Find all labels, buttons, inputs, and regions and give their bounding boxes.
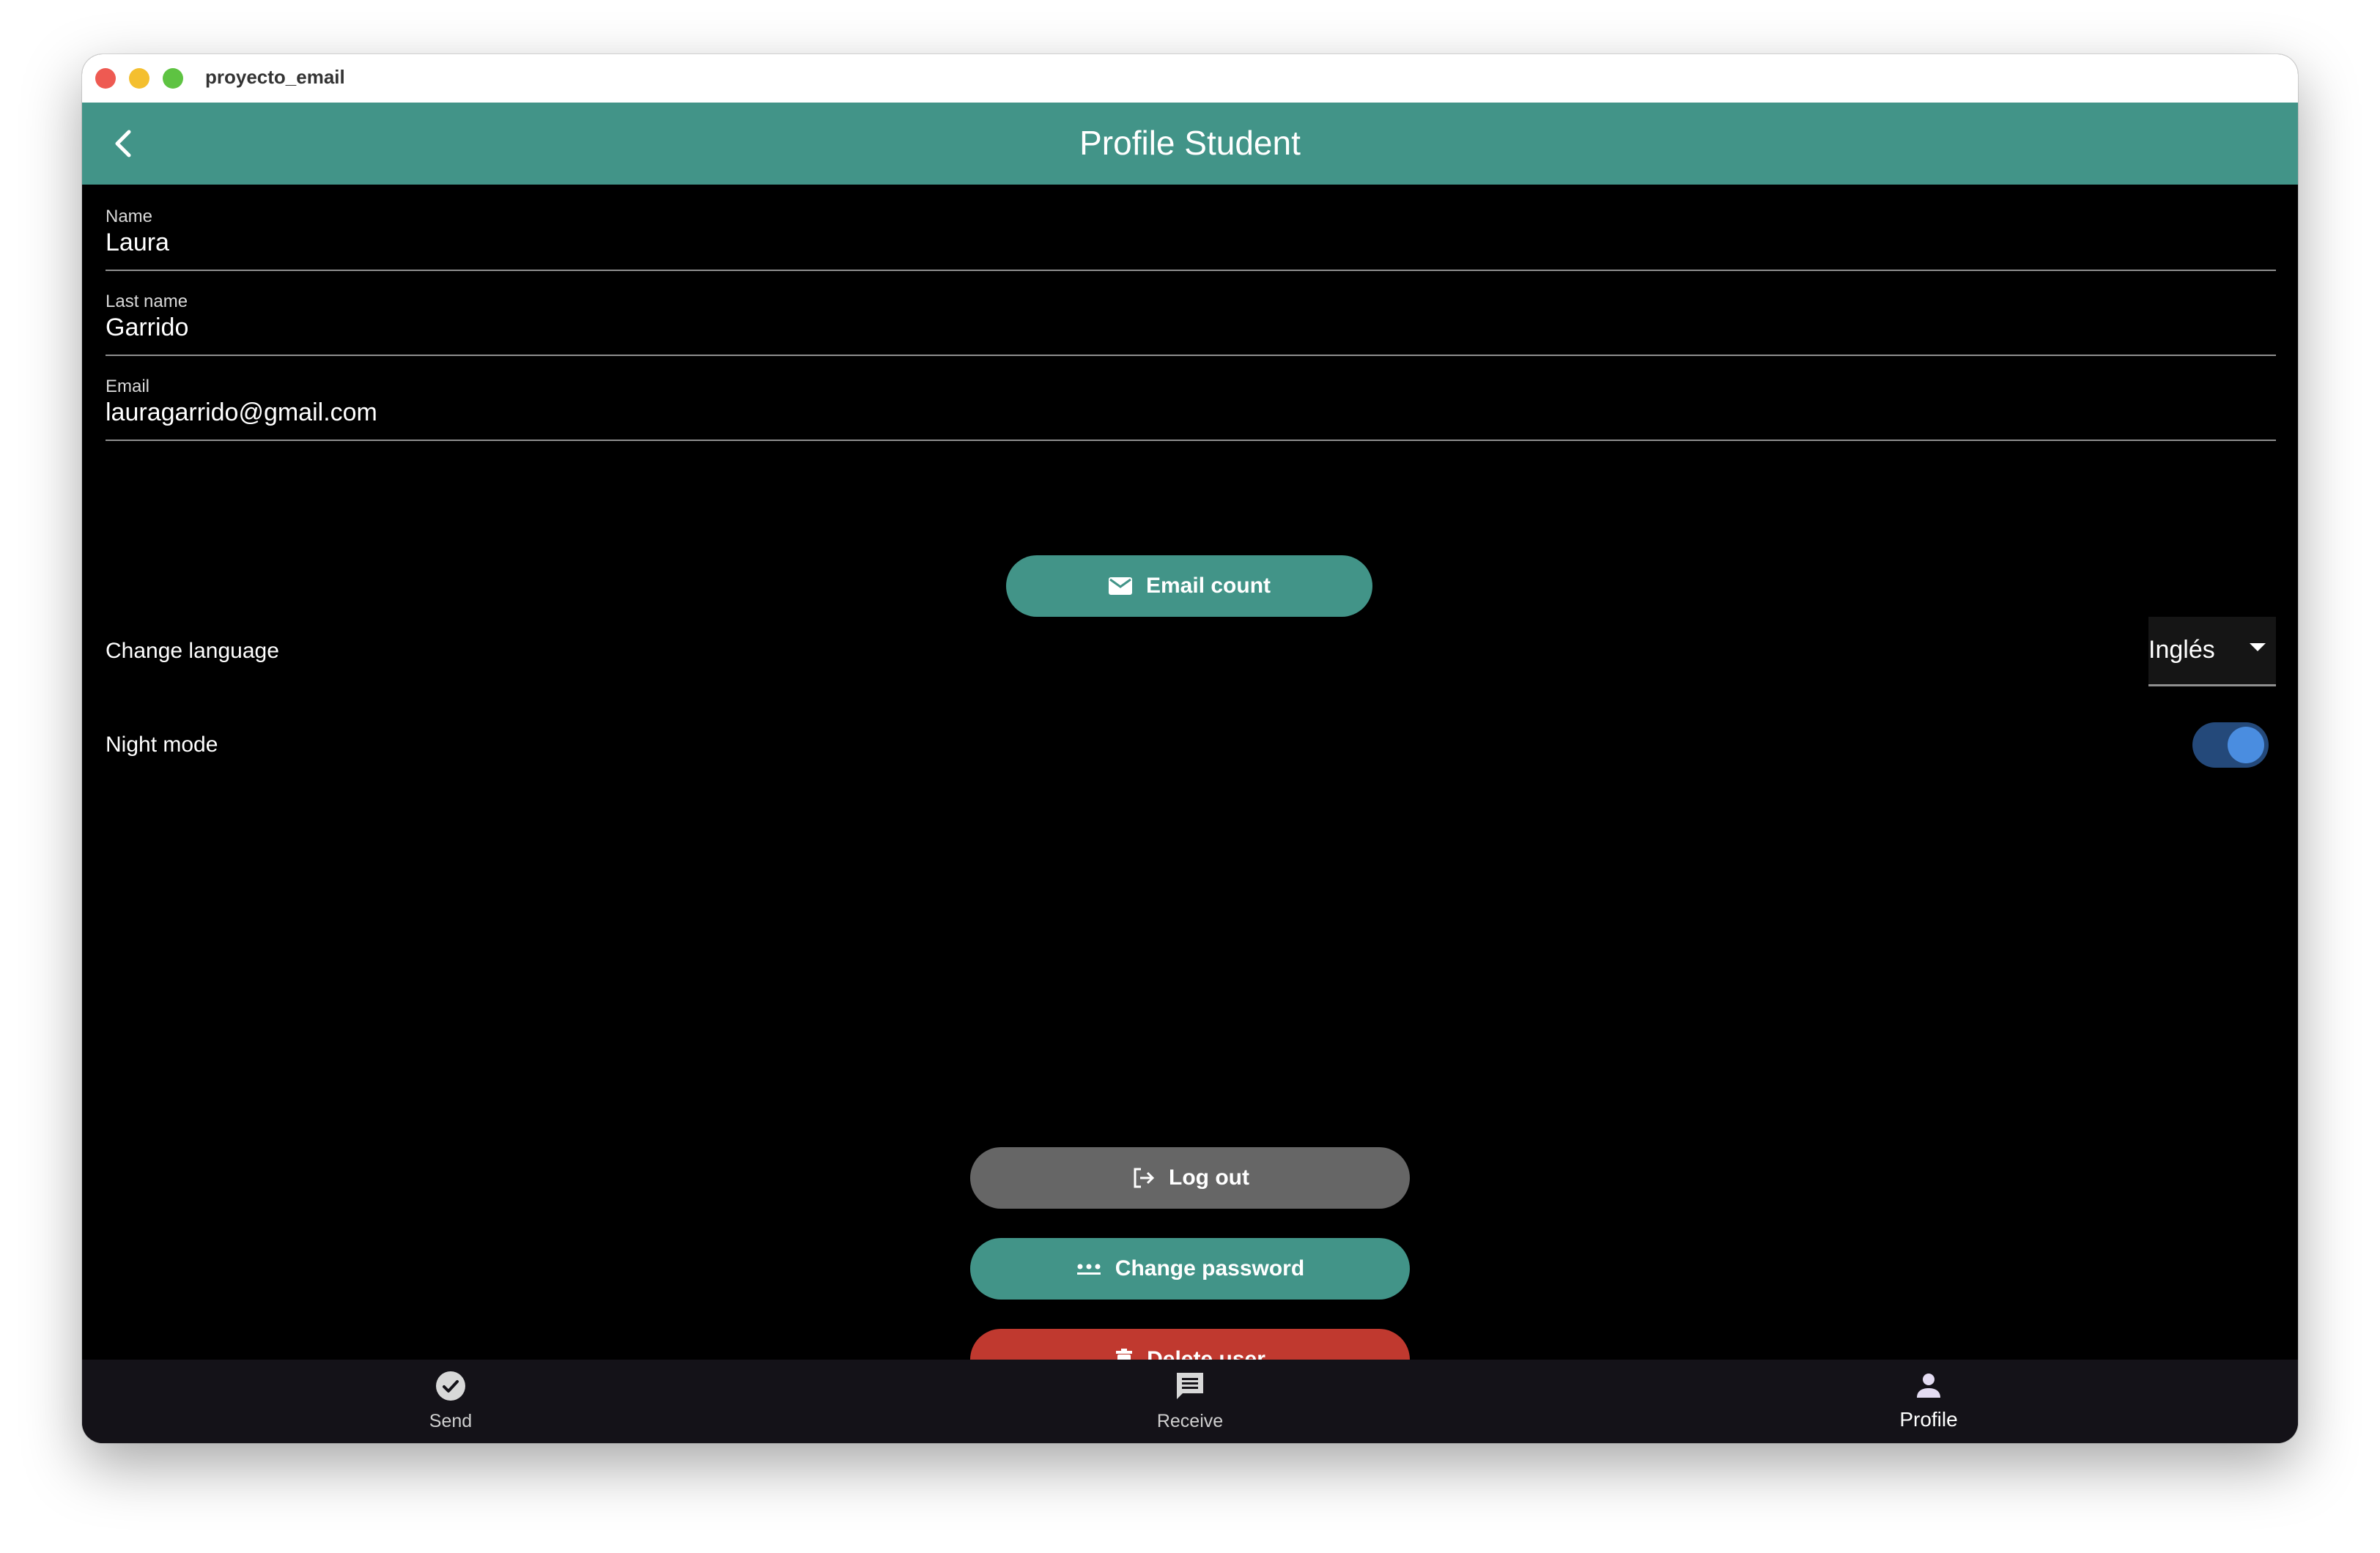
log-out-label: Log out: [1169, 1165, 1249, 1190]
mail-icon: [1108, 576, 1133, 596]
check-circle-icon: [436, 1371, 465, 1401]
nav-label-receive: Receive: [1156, 1411, 1224, 1431]
dropdown-arrow-icon: [2250, 643, 2266, 651]
nav-label-profile: Profile: [1899, 1408, 1958, 1431]
window-titlebar: proyecto_email: [82, 54, 2298, 103]
nav-item-receive[interactable]: Receive: [1080, 1360, 1300, 1443]
profile-content: Name Last name Email Email count Change …: [82, 185, 2298, 1390]
name-field: Name: [106, 185, 2276, 271]
person-icon: [1917, 1374, 1940, 1398]
logout-icon: [1131, 1165, 1156, 1190]
chat-bubble-icon: [1177, 1373, 1203, 1399]
last-name-label: Last name: [106, 292, 188, 311]
email-input[interactable]: [106, 399, 2276, 427]
maximize-window-button[interactable]: [163, 68, 183, 89]
email-label: Email: [106, 377, 150, 396]
bottom-navigation: Send Receive Profile: [82, 1360, 2298, 1443]
password-dots-icon: [1076, 1260, 1102, 1278]
close-window-button[interactable]: [95, 68, 116, 89]
page-title: Profile Student: [1079, 124, 1301, 162]
app-window: proyecto_email Profile Student Name Last…: [82, 54, 2298, 1443]
toggle-knob: [2228, 727, 2264, 763]
language-dropdown[interactable]: Inglés: [2148, 617, 2276, 686]
name-label: Name: [106, 207, 153, 226]
nav-label-send: Send: [429, 1411, 473, 1431]
nav-item-profile[interactable]: Profile: [1819, 1360, 2039, 1443]
nav-item-send[interactable]: Send: [341, 1360, 561, 1443]
email-count-button[interactable]: Email count: [1006, 555, 1372, 617]
night-mode-toggle[interactable]: [2192, 722, 2269, 768]
app-bar: Profile Student: [82, 103, 2298, 185]
name-input[interactable]: [106, 229, 2276, 257]
minimize-window-button[interactable]: [129, 68, 149, 89]
change-language-label: Change language: [106, 639, 279, 663]
language-selected-value: Inglés: [2148, 636, 2215, 664]
window-title: proyecto_email: [205, 66, 345, 88]
change-password-button[interactable]: Change password: [970, 1238, 1410, 1300]
email-field: Email: [106, 355, 2276, 441]
last-name-field: Last name: [106, 270, 2276, 356]
change-password-label: Change password: [1115, 1256, 1305, 1280]
log-out-button[interactable]: Log out: [970, 1147, 1410, 1209]
email-count-label: Email count: [1145, 574, 1271, 598]
last-name-input[interactable]: [106, 314, 2276, 342]
night-mode-label: Night mode: [106, 733, 218, 757]
